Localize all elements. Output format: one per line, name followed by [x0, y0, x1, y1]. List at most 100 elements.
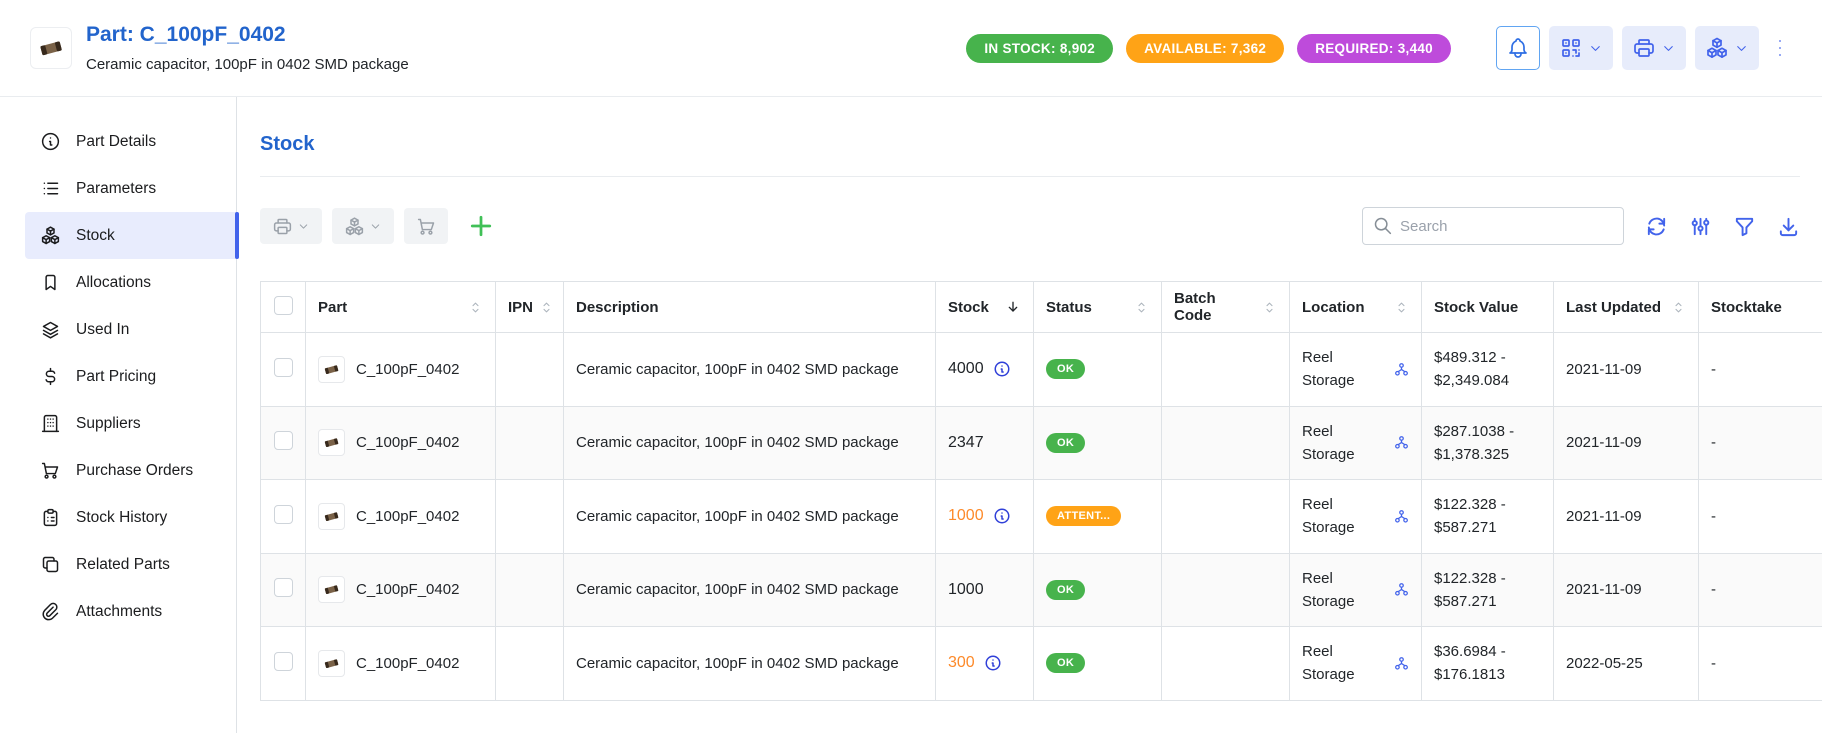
plus-icon [466, 211, 496, 241]
sort-icon[interactable] [1394, 300, 1409, 315]
column-header-stock-value[interactable]: Stock Value [1422, 282, 1554, 333]
stock-panel: Stock [237, 97, 1822, 733]
download-button[interactable] [1777, 215, 1800, 238]
sidebar-item-attachments[interactable]: Attachments [25, 588, 236, 635]
chevron-down-icon [1588, 41, 1603, 56]
sort-icon[interactable] [1134, 300, 1149, 315]
sort-icon[interactable] [1671, 300, 1686, 315]
filter-button[interactable] [1733, 215, 1756, 238]
stock-value-cell: $36.6984 - $176.1813 [1422, 627, 1554, 701]
sidebar-item-part-details[interactable]: Part Details [25, 118, 236, 165]
print-actions-button[interactable] [1622, 26, 1686, 70]
panel-divider [260, 176, 1800, 177]
column-header-part[interactable]: Part [306, 282, 496, 333]
currency-dollar-icon [40, 366, 61, 387]
select-all-cell [261, 282, 306, 333]
column-header-stock[interactable]: Stock [936, 282, 1034, 333]
stocktake-cell: - [1699, 406, 1822, 480]
stock-value-cell: $122.328 - $587.271 [1422, 553, 1554, 627]
stock-table-row: C_100pF_0402 Ceramic capacitor, 100pF in… [261, 406, 1822, 480]
printer-icon [1632, 36, 1656, 60]
stock-value-cell: $122.328 - $587.271 [1422, 480, 1554, 554]
location-link[interactable]: Reel Storage [1302, 567, 1388, 614]
list-icon [40, 178, 61, 199]
sidebar-item-suppliers[interactable]: Suppliers [25, 400, 236, 447]
info-circle-icon[interactable] [984, 654, 1002, 672]
table-actions-left [260, 208, 496, 244]
print-button[interactable] [260, 208, 322, 244]
column-header-last-updated[interactable]: Last Updated [1554, 282, 1699, 333]
dots-vertical-icon [1768, 36, 1792, 60]
column-header-ipn[interactable]: IPN [496, 282, 564, 333]
notifications-button[interactable] [1496, 26, 1540, 70]
status-badge: OK [1046, 433, 1085, 453]
sidebar-item-used-in[interactable]: Used In [25, 306, 236, 353]
sidebar-item-stock[interactable]: Stock [25, 212, 236, 259]
sidebar-item-purchase-orders[interactable]: Purchase Orders [25, 447, 236, 494]
qrcode-icon [1559, 36, 1583, 60]
sidebar-item-related-parts[interactable]: Related Parts [25, 541, 236, 588]
ipn-cell [496, 333, 564, 407]
ipn-cell [496, 406, 564, 480]
required-badge: REQUIRED: 3,440 [1297, 34, 1451, 63]
chevron-down-icon [297, 220, 310, 233]
location-link[interactable]: Reel Storage [1302, 346, 1388, 393]
stock-actions-button[interactable] [1695, 26, 1759, 70]
description-cell: Ceramic capacitor, 100pF in 0402 SMD pac… [564, 333, 936, 407]
stock-value-cell: $489.312 - $2,349.084 [1422, 333, 1554, 407]
sort-icon[interactable] [539, 300, 554, 315]
part-link[interactable]: C_100pF_0402 [356, 508, 459, 525]
sidebar-item-stock-history[interactable]: Stock History [25, 494, 236, 541]
table-settings-button[interactable] [1689, 215, 1712, 238]
sort-descending-icon[interactable] [1005, 299, 1021, 315]
bookmark-icon [40, 272, 61, 293]
row-checkbox[interactable] [274, 358, 293, 377]
description-cell: Ceramic capacitor, 100pF in 0402 SMD pac… [564, 406, 936, 480]
sidebar-item-part-pricing[interactable]: Part Pricing [25, 353, 236, 400]
stock-operations-button[interactable] [332, 208, 394, 244]
row-checkbox[interactable] [274, 578, 293, 597]
printer-icon [272, 216, 293, 237]
description-cell: Ceramic capacitor, 100pF in 0402 SMD pac… [564, 480, 936, 554]
search-input[interactable] [1362, 207, 1624, 245]
overflow-menu-button[interactable] [1768, 26, 1792, 70]
row-checkbox[interactable] [274, 505, 293, 524]
row-checkbox[interactable] [274, 652, 293, 671]
sitemap-icon [1394, 656, 1409, 671]
add-stock-button[interactable] [466, 211, 496, 241]
select-all-checkbox[interactable] [274, 296, 293, 315]
location-link[interactable]: Reel Storage [1302, 493, 1388, 540]
ipn-cell [496, 553, 564, 627]
table-header-row: Part IPN [261, 282, 1822, 333]
last-updated-cell: 2021-11-09 [1554, 406, 1699, 480]
location-link[interactable]: Reel Storage [1302, 420, 1388, 467]
sort-icon[interactable] [1262, 300, 1277, 315]
filter-icon [1733, 215, 1756, 238]
location-link[interactable]: Reel Storage [1302, 640, 1388, 687]
description-cell: Ceramic capacitor, 100pF in 0402 SMD pac… [564, 553, 936, 627]
info-circle-icon[interactable] [993, 507, 1011, 525]
part-link[interactable]: C_100pF_0402 [356, 581, 459, 598]
sort-icon[interactable] [468, 300, 483, 315]
sidebar-item-parameters[interactable]: Parameters [25, 165, 236, 212]
sidebar-item-allocations[interactable]: Allocations [25, 259, 236, 306]
order-stock-button[interactable] [404, 208, 448, 244]
part-link[interactable]: C_100pF_0402 [356, 655, 459, 672]
batch-code-cell [1162, 480, 1290, 554]
copy-icon [40, 554, 61, 575]
column-header-batch-code[interactable]: Batch Code [1162, 282, 1290, 333]
row-checkbox[interactable] [274, 431, 293, 450]
info-circle-icon[interactable] [993, 360, 1011, 378]
stock-quantity: 1000 [948, 581, 984, 599]
stock-value-cell: $287.1038 - $1,378.325 [1422, 406, 1554, 480]
column-header-status[interactable]: Status [1034, 282, 1162, 333]
paperclip-icon [40, 601, 61, 622]
column-header-stocktake[interactable]: Stocktake [1699, 282, 1822, 333]
part-link[interactable]: C_100pF_0402 [356, 361, 459, 378]
column-header-description[interactable]: Description [564, 282, 936, 333]
sitemap-icon [1394, 582, 1409, 597]
barcode-actions-button[interactable] [1549, 26, 1613, 70]
column-header-location[interactable]: Location [1290, 282, 1422, 333]
refresh-button[interactable] [1645, 215, 1668, 238]
part-link[interactable]: C_100pF_0402 [356, 434, 459, 451]
